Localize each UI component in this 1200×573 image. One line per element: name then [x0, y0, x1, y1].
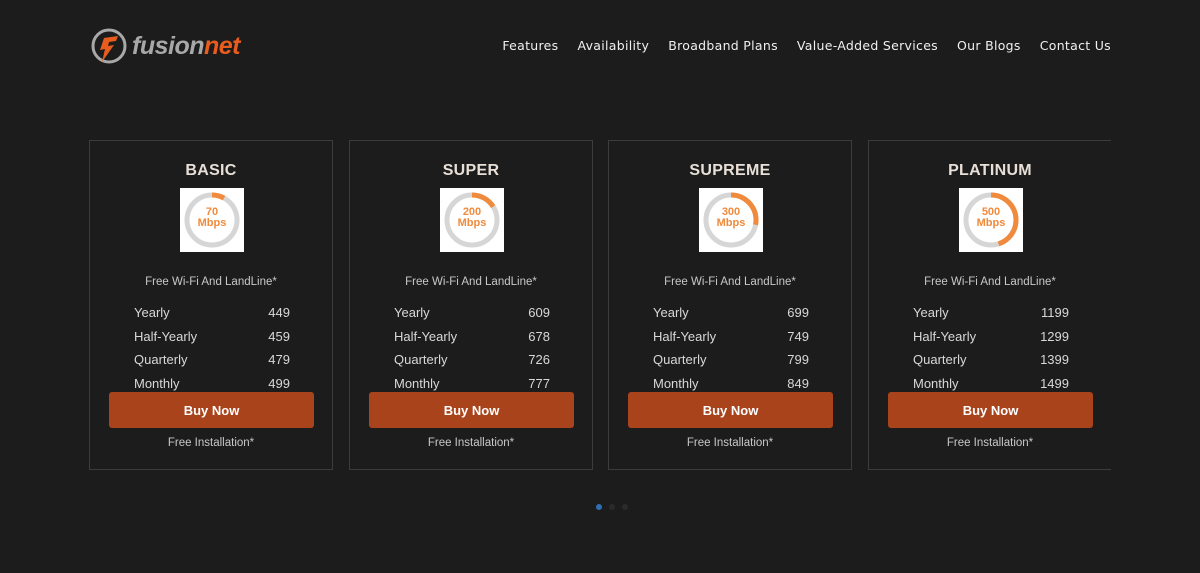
carousel-dot[interactable] [622, 504, 628, 510]
nav-contact-us[interactable]: Contact Us [1040, 38, 1111, 53]
speed-label: 500 Mbps [959, 207, 1023, 229]
nav-broadband-plans[interactable]: Broadband Plans [668, 38, 778, 53]
speed-gauge: 300 Mbps [699, 188, 763, 252]
plan-feature: Free Wi-Fi And LandLine* [145, 276, 277, 288]
price-period: Monthly [394, 375, 440, 391]
speed-unit: Mbps [976, 217, 1006, 229]
lightning-logo-icon [91, 28, 127, 64]
price-row: Quarterly 726 [394, 348, 550, 372]
price-period: Half-Yearly [653, 328, 717, 344]
brand-part-1: fusion [132, 31, 205, 60]
plan-feature: Free Wi-Fi And LandLine* [924, 276, 1056, 288]
price-value: 678 [528, 328, 550, 344]
price-value: 726 [528, 352, 550, 368]
price-value: 1499 [1040, 375, 1069, 391]
speed-label: 70 Mbps [180, 207, 244, 229]
installation-note: Free Installation* [427, 437, 515, 449]
buy-now-button[interactable]: Buy Now [628, 392, 833, 428]
price-period: Half-Yearly [394, 328, 458, 344]
speed-label: 200 Mbps [440, 207, 504, 229]
installation-note: Free Installation* [167, 437, 255, 449]
price-row: Yearly 1199 [913, 301, 1069, 325]
price-period: Yearly [134, 305, 170, 321]
installation-note: Free Installation* [686, 437, 774, 449]
price-value: 699 [787, 305, 809, 321]
price-period: Quarterly [653, 352, 707, 368]
plan-name: BASIC [185, 162, 237, 179]
buy-now-button[interactable]: Buy Now [369, 392, 574, 428]
price-value: 479 [268, 352, 290, 368]
price-period: Half-Yearly [134, 328, 198, 344]
site-header: fusionnet Features Availability Broadban… [0, 0, 1200, 95]
plan-name: PLATINUM [948, 162, 1032, 179]
speed-gauge: 70 Mbps [180, 188, 244, 252]
buy-now-button[interactable]: Buy Now [888, 392, 1093, 428]
speed-gauge: 200 Mbps [440, 188, 504, 252]
price-value: 749 [787, 328, 809, 344]
price-period: Yearly [394, 305, 430, 321]
price-value: 849 [787, 375, 809, 391]
price-period: Quarterly [134, 352, 188, 368]
price-row: Quarterly 1399 [913, 348, 1069, 372]
price-table: Yearly 449 Half-Yearly 459 Quarterly 479… [134, 301, 290, 395]
price-period: Monthly [913, 375, 959, 391]
buy-now-button[interactable]: Buy Now [109, 392, 314, 428]
price-row: Quarterly 799 [653, 348, 809, 372]
plan-card-supreme: SUPREME 300 Mbps Free Wi-Fi And LandLine… [608, 140, 852, 470]
price-value: 459 [268, 328, 290, 344]
speed-unit: Mbps [457, 217, 487, 229]
price-row: Half-Yearly 459 [134, 325, 290, 349]
nav-features[interactable]: Features [502, 38, 558, 53]
price-row: Yearly 699 [653, 301, 809, 325]
price-period: Half-Yearly [913, 328, 977, 344]
price-value: 449 [268, 305, 290, 321]
brand-wordmark: fusionnet [132, 31, 241, 60]
price-value: 799 [787, 352, 809, 368]
price-value: 1399 [1040, 352, 1069, 368]
price-period: Monthly [134, 375, 180, 391]
carousel-dots [596, 504, 628, 510]
plan-name: SUPER [442, 162, 500, 179]
price-period: Quarterly [394, 352, 448, 368]
price-period: Quarterly [913, 352, 967, 368]
price-row: Yearly 449 [134, 301, 290, 325]
price-value: 609 [528, 305, 550, 321]
speed-label: 300 Mbps [699, 207, 763, 229]
carousel-dot[interactable] [609, 504, 615, 510]
installation-note: Free Installation* [946, 437, 1034, 449]
plan-card-platinum: PLATINUM 500 Mbps Free Wi-Fi And LandLin… [868, 140, 1111, 470]
plan-card-super: SUPER 200 Mbps Free Wi-Fi And LandLine* … [349, 140, 593, 470]
plan-feature: Free Wi-Fi And LandLine* [405, 276, 537, 288]
price-row: Half-Yearly 678 [394, 325, 550, 349]
price-period: Yearly [913, 305, 949, 321]
speed-unit: Mbps [197, 217, 227, 229]
price-value: 499 [268, 375, 290, 391]
price-value: 1199 [1041, 305, 1069, 321]
price-value: 1299 [1040, 328, 1069, 344]
plan-carousel: BASIC 70 Mbps Free Wi-Fi And LandLine* Y… [89, 140, 1111, 470]
main-nav: Features Availability Broadband Plans Va… [483, 38, 1111, 53]
plan-name: SUPREME [689, 162, 771, 179]
price-row: Half-Yearly 749 [653, 325, 809, 349]
plan-card-basic: BASIC 70 Mbps Free Wi-Fi And LandLine* Y… [89, 140, 333, 470]
brand-logo[interactable]: fusionnet [90, 26, 241, 66]
price-table: Yearly 609 Half-Yearly 678 Quarterly 726… [394, 301, 550, 395]
brand-part-2: net [204, 31, 241, 60]
nav-availability[interactable]: Availability [577, 38, 649, 53]
speed-unit: Mbps [716, 217, 746, 229]
nav-value-added-services[interactable]: Value-Added Services [797, 38, 938, 53]
plan-feature: Free Wi-Fi And LandLine* [664, 276, 796, 288]
price-period: Monthly [653, 375, 699, 391]
price-row: Quarterly 479 [134, 348, 290, 372]
price-value: 777 [528, 375, 550, 391]
price-period: Yearly [653, 305, 689, 321]
speed-gauge: 500 Mbps [959, 188, 1023, 252]
price-row: Half-Yearly 1299 [913, 325, 1069, 349]
price-table: Yearly 1199 Half-Yearly 1299 Quarterly 1… [913, 301, 1069, 395]
carousel-dot[interactable] [596, 504, 602, 510]
price-table: Yearly 699 Half-Yearly 749 Quarterly 799… [653, 301, 809, 395]
nav-our-blogs[interactable]: Our Blogs [957, 38, 1021, 53]
price-row: Yearly 609 [394, 301, 550, 325]
